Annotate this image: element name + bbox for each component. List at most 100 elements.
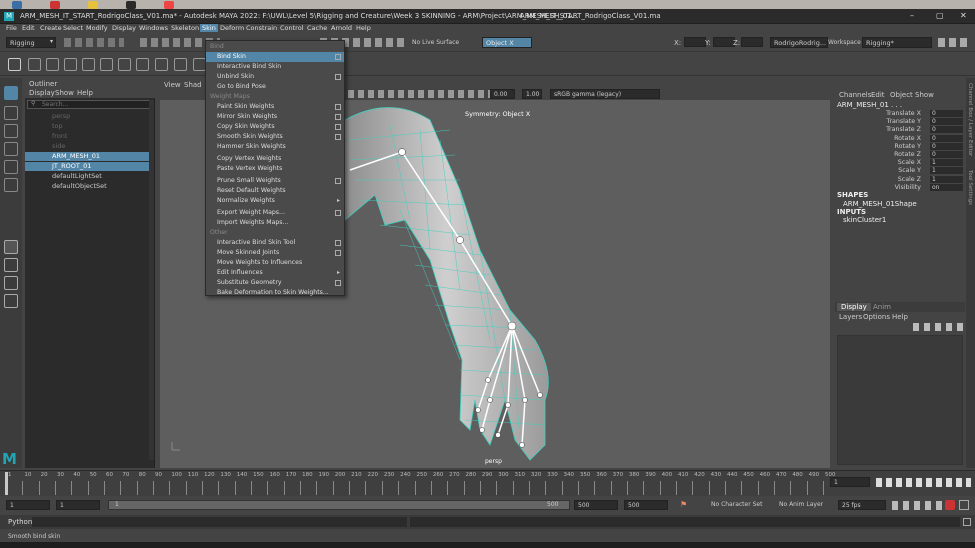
current-time-marker[interactable] xyxy=(5,472,8,495)
menu-help[interactable]: Help xyxy=(356,24,371,32)
two-pane-icon[interactable] xyxy=(4,276,18,290)
menu-edit[interactable]: Edit xyxy=(22,24,35,32)
command-input[interactable] xyxy=(32,517,407,527)
menu-skeleton[interactable]: Skeleton xyxy=(171,24,199,32)
current-frame-field[interactable]: 1 xyxy=(830,477,870,487)
menu-item-normalize-weights[interactable]: Normalize Weights ▸ xyxy=(206,196,344,206)
channel-attribute-row[interactable]: Scale Y 1 xyxy=(835,167,965,175)
paint-select-icon[interactable] xyxy=(4,124,18,138)
y-field[interactable] xyxy=(713,37,735,47)
outliner-item[interactable]: top xyxy=(25,122,150,131)
blendshape-icon[interactable] xyxy=(174,58,187,71)
outliner-layout-icon[interactable] xyxy=(4,294,18,308)
app-icon[interactable] xyxy=(164,1,174,9)
tab-display[interactable]: Display xyxy=(837,303,871,311)
channel-attribute-row[interactable]: Rotate X 0 xyxy=(835,134,965,143)
channel-menu-channels[interactable]: Channels xyxy=(839,91,871,99)
playback-controls[interactable] xyxy=(876,478,971,487)
gamma-field[interactable]: 1.00 xyxy=(522,89,542,99)
outliner-scrollbar[interactable] xyxy=(149,100,154,460)
option-box-icon[interactable] xyxy=(335,114,341,120)
option-box-icon[interactable] xyxy=(335,210,341,216)
option-box-icon[interactable] xyxy=(335,134,341,140)
panel-toggle-icons[interactable] xyxy=(938,38,970,47)
app-icon[interactable] xyxy=(50,1,60,9)
window-tab[interactable]: ARM_MESH_01... xyxy=(520,12,578,20)
menu-windows[interactable]: Windows xyxy=(139,24,168,32)
attribute-value[interactable]: 1 xyxy=(930,175,963,183)
outliner-item[interactable]: defaultObjectSet xyxy=(25,182,150,191)
option-box-icon[interactable] xyxy=(335,280,341,286)
attribute-value[interactable]: 1 xyxy=(930,159,963,167)
channel-menu-show[interactable]: Show xyxy=(915,91,934,99)
menu-deform[interactable]: Deform xyxy=(220,24,244,32)
symmetry-dropdown[interactable]: Object X xyxy=(482,37,532,48)
cluster-icon[interactable] xyxy=(136,58,149,71)
outliner-menu-help[interactable]: Help xyxy=(77,89,93,97)
menu-item-reset-default-weights[interactable]: Reset Default Weights xyxy=(206,186,344,196)
input-node[interactable]: skinCluster1 xyxy=(843,216,886,224)
channel-attribute-row[interactable]: Translate Y 0 xyxy=(835,118,965,126)
viewport-menu-view[interactable]: View xyxy=(164,81,181,89)
menu-item-mirror-skin-weights[interactable]: Mirror Skin Weights xyxy=(206,112,344,122)
menu-item-import-weights-maps[interactable]: Import Weights Maps... xyxy=(206,218,344,228)
ik-spline-icon[interactable] xyxy=(46,58,59,71)
attribute-value[interactable]: 0 xyxy=(930,134,963,142)
attribute-value[interactable]: 0 xyxy=(930,151,963,158)
channel-attribute-row[interactable]: Rotate Y 0 xyxy=(835,142,965,151)
layer-menu-options[interactable]: Options xyxy=(863,313,890,321)
option-box-icon[interactable] xyxy=(335,124,341,130)
channel-attribute-row[interactable]: Scale Z 1 xyxy=(835,175,965,184)
close-icon[interactable]: ✕ xyxy=(960,11,967,20)
option-box-icon[interactable] xyxy=(335,74,341,80)
time-slider[interactable]: 1 1 10 20 30 40 50 60 70 80 90 100 110 120 130 140 150 1… xyxy=(0,470,975,496)
menu-item-smooth-skin-weights[interactable]: Smooth Skin Weights xyxy=(206,132,344,142)
start-time-field[interactable]: 1 xyxy=(6,500,50,510)
option-box-icon[interactable] xyxy=(335,240,341,246)
menu-file[interactable]: File xyxy=(6,24,17,32)
layer-buttons[interactable] xyxy=(913,323,963,331)
side-tab-channel-box[interactable]: Channel Box / Layer Editor xyxy=(967,83,973,156)
menu-arnold[interactable]: Arnold xyxy=(331,24,352,32)
preferences-icon[interactable] xyxy=(959,500,969,510)
anim-layer-dropdown[interactable]: No Anim Layer xyxy=(776,500,832,510)
menu-item-hammer-skin-weights[interactable]: Hammer Skin Weights xyxy=(206,142,344,152)
app-icon[interactable] xyxy=(12,1,22,9)
bind-skin-icon[interactable] xyxy=(82,58,95,71)
search-input[interactable]: Search... ⚲ xyxy=(27,100,153,109)
menu-cache[interactable]: Cache xyxy=(307,24,327,32)
command-language-label[interactable]: Python xyxy=(8,518,32,526)
menu-item-move-weights-to-influences[interactable]: Move Weights to Influences xyxy=(206,258,344,268)
end-time-field[interactable]: 500 xyxy=(624,500,668,510)
menu-item-bake-deformation-to-skin-weights[interactable]: Bake Deformation to Skin Weights... xyxy=(206,288,344,298)
menu-item-copy-skin-weights[interactable]: Copy Skin Weights xyxy=(206,122,344,132)
channel-attribute-row[interactable]: Scale X 1 xyxy=(835,159,965,167)
script-editor-icon[interactable] xyxy=(963,518,971,526)
app-icon[interactable] xyxy=(126,1,136,9)
rotate-tool-icon[interactable] xyxy=(4,160,18,174)
live-surface-label[interactable]: No Live Surface xyxy=(412,39,459,46)
outliner-item[interactable]: defaultLightSet xyxy=(25,172,150,181)
select-tool-icon[interactable] xyxy=(4,86,18,100)
lattice-icon[interactable] xyxy=(155,58,168,71)
menu-modify[interactable]: Modify xyxy=(86,24,108,32)
tab-anim[interactable]: Anim xyxy=(873,303,891,311)
constraint-icon[interactable] xyxy=(64,58,77,71)
layer-menu-layers[interactable]: Layers xyxy=(839,313,862,321)
app-icon[interactable] xyxy=(88,1,98,9)
unbind-icon[interactable] xyxy=(100,58,113,71)
attribute-value[interactable]: 0 xyxy=(930,118,963,126)
move-tool-icon[interactable] xyxy=(4,142,18,156)
channel-menu-object[interactable]: Object xyxy=(890,91,913,99)
attribute-value[interactable]: on xyxy=(930,183,963,191)
channel-attribute-row[interactable]: Translate Z 0 xyxy=(835,126,965,134)
playback-end-field[interactable]: 500 xyxy=(574,500,618,510)
attribute-value[interactable]: 0 xyxy=(930,126,963,134)
menu-item-prune-small-weights[interactable]: Prune Small Weights xyxy=(206,176,344,186)
z-field[interactable] xyxy=(741,37,763,47)
menu-item-paste-vertex-weights[interactable]: Paste Vertex Weights xyxy=(206,164,344,174)
menu-item-paint-skin-weights[interactable]: Paint Skin Weights xyxy=(206,102,344,112)
menu-select[interactable]: Select xyxy=(63,24,83,32)
menu-control[interactable]: Control xyxy=(280,24,304,32)
mode-dropdown[interactable]: Rigging xyxy=(6,37,56,48)
